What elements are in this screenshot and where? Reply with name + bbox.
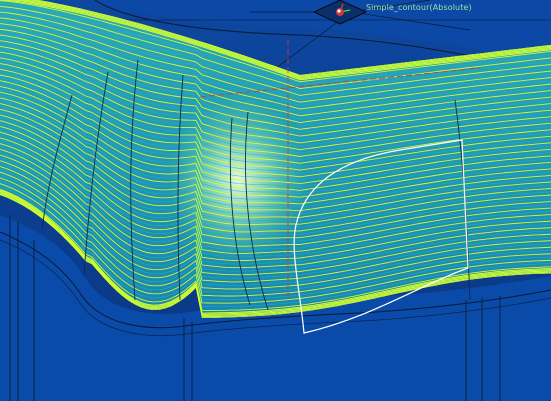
csys-name-label: Simple_contour(Absolute) bbox=[366, 3, 472, 12]
scene-canvas[interactable] bbox=[0, 0, 551, 401]
cam-3d-viewport[interactable]: Simple_contour(Absolute) bbox=[0, 0, 551, 401]
